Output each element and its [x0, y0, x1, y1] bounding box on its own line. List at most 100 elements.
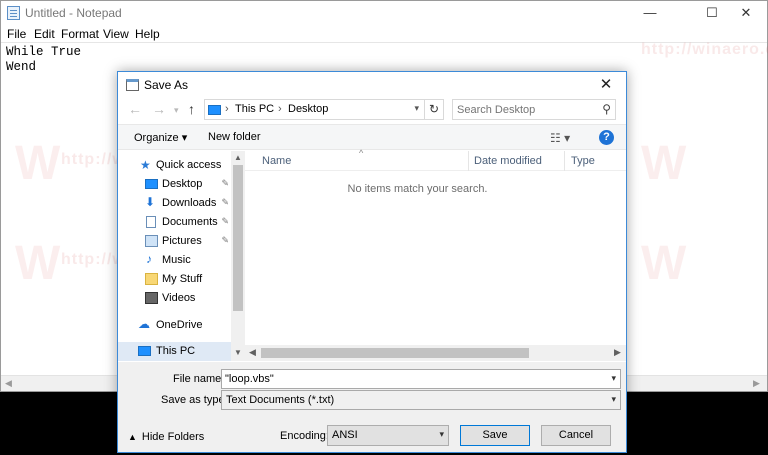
watermark-logo: W	[15, 137, 61, 190]
encoding-value: ANSI	[332, 429, 358, 441]
chevron-down-icon[interactable]: ▾	[611, 394, 616, 405]
nav-item-label: OneDrive	[156, 319, 203, 331]
scroll-up-icon[interactable]: ▲	[234, 153, 242, 162]
notepad-title: Untitled - Notepad	[25, 6, 122, 20]
chevron-up-icon: ▲	[128, 432, 137, 442]
nav-item-this-pc[interactable]: This PC	[118, 342, 231, 361]
nav-item-label: Pictures	[162, 235, 202, 247]
search-input[interactable]	[457, 102, 587, 117]
text-line: Wend	[6, 60, 37, 74]
encoding-select[interactable]: ANSI ▾	[327, 425, 449, 446]
menu-help[interactable]: Help	[135, 27, 160, 41]
save-button[interactable]: Save	[460, 425, 530, 446]
column-divider[interactable]	[564, 151, 565, 171]
search-box[interactable]: ⚲	[452, 99, 616, 120]
nav-item-label: Desktop	[162, 178, 203, 190]
nav-item-my-stuff[interactable]: My Stuff	[118, 270, 231, 289]
file-list-horizontal-scrollbar[interactable]: ◀ ▶	[245, 345, 626, 361]
column-name[interactable]: Name	[262, 155, 291, 167]
menu-format[interactable]: Format	[61, 27, 99, 41]
notepad-text-area[interactable]: While True Wend	[6, 45, 81, 75]
address-bar[interactable]: › This PC › Desktop ▾ ↻	[204, 99, 444, 120]
view-options-icon[interactable]: ☷ ▾	[550, 131, 570, 145]
scrollbar-thumb[interactable]	[233, 165, 243, 311]
empty-message: No items match your search.	[347, 183, 488, 195]
column-date-modified[interactable]: Date modified	[474, 155, 542, 167]
hide-folders-button[interactable]: ▲ Hide Folders	[128, 431, 204, 443]
recent-locations-chevron-icon[interactable]: ▾	[174, 105, 179, 116]
desktop-icon	[145, 179, 158, 189]
help-icon[interactable]: ?	[599, 130, 614, 145]
pin-icon: ✎	[221, 178, 229, 188]
up-arrow-icon[interactable]: ↑	[188, 101, 195, 117]
music-icon: ♪	[146, 252, 152, 266]
search-icon[interactable]: ⚲	[602, 102, 611, 116]
breadcrumb-this-pc[interactable]: This PC	[235, 103, 274, 115]
nav-item-music[interactable]: ♪ Music	[118, 251, 231, 270]
nav-item-label: This PC	[156, 345, 196, 357]
column-divider[interactable]	[468, 151, 469, 171]
file-name-field[interactable]: ▾	[221, 369, 621, 389]
breadcrumb-desktop[interactable]: Desktop	[288, 103, 328, 115]
scroll-right-icon[interactable]: ▶	[753, 378, 760, 389]
save-as-type-value: Text Documents (*.txt)	[226, 394, 335, 406]
star-icon: ★	[140, 158, 151, 172]
nav-item-onedrive[interactable]: ☁ OneDrive	[118, 316, 231, 335]
file-name-label: File name:	[173, 373, 225, 385]
sort-arrow-icon: ^	[359, 148, 364, 158]
hide-folders-label: Hide Folders	[141, 431, 205, 443]
column-type[interactable]: Type	[571, 155, 595, 167]
notepad-titlebar: Untitled - Notepad — ☐ ✕	[1, 1, 767, 25]
nav-item-pictures[interactable]: Pictures ✎	[118, 232, 231, 251]
encoding-label: Encoding:	[280, 430, 329, 442]
save-as-window-icon	[126, 79, 139, 91]
save-as-type-select[interactable]: Text Documents (*.txt) ▾	[221, 390, 621, 410]
forward-arrow-icon[interactable]: →	[152, 101, 166, 117]
breadcrumb-separator: ›	[225, 103, 229, 115]
chevron-down-icon[interactable]: ▾	[439, 429, 444, 440]
text-line: While True	[6, 45, 82, 59]
navigation-pane: ★ Quick access Desktop ✎ ⬇ Downloads ✎ D…	[118, 151, 245, 361]
navigation-pane-scrollbar[interactable]: ▲ ▼	[231, 151, 245, 361]
address-dropdown-icon[interactable]: ▾	[414, 103, 419, 114]
nav-item-documents[interactable]: Documents ✎	[118, 213, 231, 232]
watermark-logo: W	[641, 237, 687, 290]
video-icon	[145, 292, 158, 304]
nav-item-desktop[interactable]: Desktop ✎	[118, 175, 231, 194]
dialog-close-button[interactable]: ✕	[592, 74, 620, 96]
cloud-icon: ☁	[138, 317, 150, 331]
nav-item-label: Videos	[162, 292, 196, 304]
close-button[interactable]: ✕	[723, 1, 768, 25]
back-arrow-icon[interactable]: ←	[128, 101, 142, 117]
scrollbar-thumb[interactable]	[261, 348, 529, 358]
chevron-down-icon[interactable]: ▾	[611, 373, 616, 384]
save-form: File name: ▾ Save as type: Text Document…	[118, 362, 626, 452]
notepad-menubar: File Edit Format View Help	[1, 25, 767, 43]
scroll-left-icon[interactable]: ◀	[249, 347, 256, 358]
new-folder-button[interactable]: New folder	[208, 131, 261, 143]
nav-item-videos[interactable]: Videos	[118, 289, 231, 308]
pin-icon: ✎	[221, 197, 229, 207]
nav-item-downloads[interactable]: ⬇ Downloads ✎	[118, 194, 231, 213]
save-as-type-label: Save as type:	[161, 394, 228, 406]
save-as-dialog: Save As ✕ ← → ▾ ↑ › This PC › Desktop ▾ …	[117, 71, 627, 453]
scroll-left-icon[interactable]: ◀	[5, 378, 12, 389]
dialog-titlebar: Save As ✕	[118, 72, 626, 98]
file-name-input[interactable]	[225, 372, 555, 386]
cancel-button[interactable]: Cancel	[541, 425, 611, 446]
refresh-icon[interactable]: ↻	[424, 99, 444, 120]
nav-item-label: Documents	[162, 216, 218, 228]
pin-icon: ✎	[221, 216, 229, 226]
column-header-row: ^ Name Date modified Type	[245, 148, 626, 171]
menu-file[interactable]: File	[7, 27, 26, 41]
menu-edit[interactable]: Edit	[34, 27, 55, 41]
command-bar: Organize ▾ New folder ☷ ▾ ?	[118, 124, 626, 150]
minimize-button[interactable]: —	[627, 1, 673, 25]
organize-button[interactable]: Organize ▾	[134, 131, 187, 144]
menu-view[interactable]: View	[103, 27, 129, 41]
this-pc-icon	[208, 105, 221, 115]
computer-icon	[138, 346, 151, 356]
nav-item-quick-access[interactable]: ★ Quick access	[118, 156, 231, 175]
scroll-right-icon[interactable]: ▶	[614, 347, 621, 358]
scroll-down-icon[interactable]: ▼	[234, 348, 242, 357]
